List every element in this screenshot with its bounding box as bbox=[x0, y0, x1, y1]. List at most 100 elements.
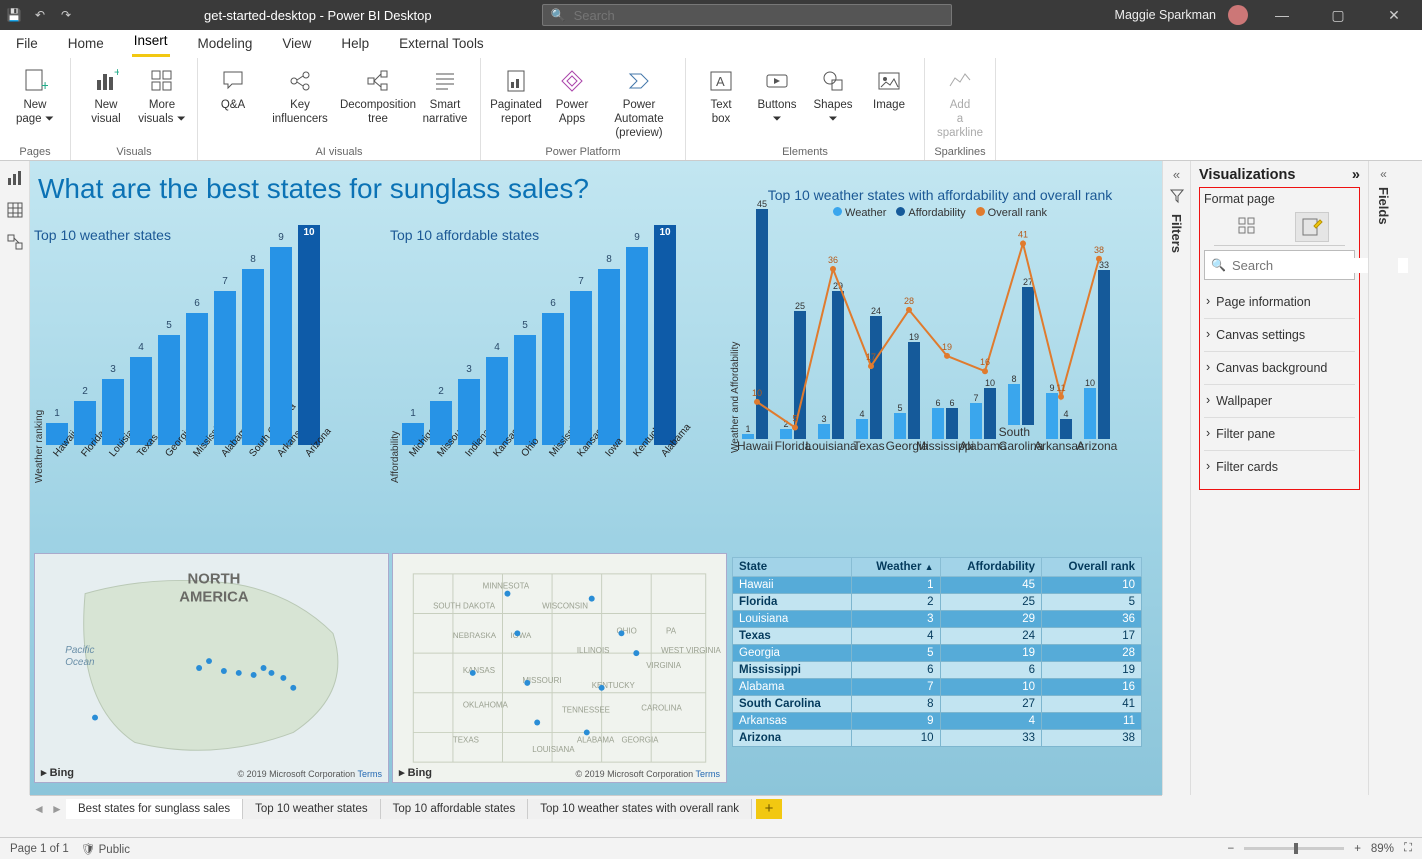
ribbon-smart-narrative[interactable]: Smartnarrative bbox=[418, 64, 472, 129]
ribbon-buttons[interactable]: Buttons⏷ bbox=[750, 64, 804, 129]
format-page-tab[interactable] bbox=[1295, 212, 1329, 242]
menu-file[interactable]: File bbox=[14, 32, 40, 57]
format-section-page-information[interactable]: ›Page information bbox=[1204, 286, 1355, 318]
format-section-canvas-settings[interactable]: ›Canvas settings bbox=[1204, 318, 1355, 351]
menu-modeling[interactable]: Modeling bbox=[196, 32, 255, 57]
filters-pane-collapsed[interactable]: « Filters bbox=[1162, 161, 1190, 795]
format-search[interactable]: 🔍 bbox=[1204, 250, 1355, 280]
format-section-filter-pane[interactable]: ›Filter pane bbox=[1204, 417, 1355, 450]
table-row[interactable]: Arizona103338 bbox=[733, 730, 1142, 747]
y-axis-label: Affordability bbox=[390, 243, 401, 483]
state-rank-table[interactable]: StateWeather ▲AffordabilityOverall rankH… bbox=[732, 557, 1142, 747]
table-row[interactable]: Alabama71016 bbox=[733, 679, 1142, 696]
svg-text:CAROLINA: CAROLINA bbox=[641, 704, 682, 713]
fields-pane-collapsed[interactable]: « Fields bbox=[1368, 161, 1398, 795]
chart-title: Top 10 weather states bbox=[34, 227, 384, 243]
svg-text:Pacific: Pacific bbox=[65, 645, 94, 656]
chart-top10-affordable[interactable]: Top 10 affordable states Affordability 1… bbox=[390, 227, 730, 483]
ribbon-new-page[interactable]: +Newpage ⏷ bbox=[8, 64, 62, 129]
menu-view[interactable]: View bbox=[280, 32, 313, 57]
data-view-icon[interactable] bbox=[6, 201, 24, 219]
maximize-button[interactable]: ▢ bbox=[1316, 0, 1360, 30]
ribbon-key-influencers[interactable]: Keyinfluencers bbox=[262, 64, 338, 129]
chart-combo-weather-afford-rank[interactable]: Top 10 weather states with affordability… bbox=[730, 187, 1150, 489]
ribbon-paginated-report[interactable]: Paginatedreport bbox=[489, 64, 543, 129]
table-row[interactable]: Arkansas9411 bbox=[733, 713, 1142, 730]
format-section-filter-cards[interactable]: ›Filter cards bbox=[1204, 450, 1355, 483]
ribbon-add-sparkline: Adda sparkline bbox=[933, 64, 987, 142]
format-page-panel: Format page 🔍 ›Page information›Canvas s… bbox=[1199, 187, 1360, 490]
ribbon-power-automate[interactable]: PowerAutomate (preview) bbox=[601, 64, 677, 142]
svg-text:OKLAHOMA: OKLAHOMA bbox=[463, 701, 509, 710]
zoom-slider[interactable] bbox=[1244, 847, 1344, 850]
ribbon-image[interactable]: Image bbox=[862, 64, 916, 115]
table-row[interactable]: Mississippi6619 bbox=[733, 662, 1142, 679]
menu-home[interactable]: Home bbox=[66, 32, 106, 57]
tab-prev[interactable]: ◄ bbox=[30, 802, 48, 816]
table-header[interactable]: State bbox=[733, 558, 852, 577]
page-tab[interactable]: Top 10 weather states with overall rank bbox=[528, 799, 752, 819]
table-row[interactable]: Louisiana32936 bbox=[733, 611, 1142, 628]
filters-label: Filters bbox=[1169, 214, 1184, 253]
format-section-wallpaper[interactable]: ›Wallpaper bbox=[1204, 384, 1355, 417]
page-tab[interactable]: Best states for sunglass sales bbox=[66, 799, 243, 819]
table-row[interactable]: Hawaii14510 bbox=[733, 577, 1142, 594]
table-header[interactable]: Affordability bbox=[940, 558, 1042, 577]
ribbon-shapes[interactable]: Shapes⏷ bbox=[806, 64, 860, 129]
table-header[interactable]: Weather ▲ bbox=[852, 558, 940, 577]
table-row[interactable]: South Carolina82741 bbox=[733, 696, 1142, 713]
menu-help[interactable]: Help bbox=[339, 32, 371, 57]
expand-fields-icon[interactable]: « bbox=[1380, 167, 1387, 181]
menu-external-tools[interactable]: External Tools bbox=[397, 32, 486, 57]
format-section-canvas-background[interactable]: ›Canvas background bbox=[1204, 351, 1355, 384]
search-box[interactable]: 🔍 bbox=[542, 4, 952, 26]
expand-filters-icon[interactable]: « bbox=[1173, 167, 1180, 182]
tab-next[interactable]: ► bbox=[48, 802, 66, 816]
table-row[interactable]: Georgia51928 bbox=[733, 645, 1142, 662]
collapse-viz-icon[interactable]: » bbox=[1352, 167, 1360, 183]
report-view-icon[interactable] bbox=[6, 169, 24, 187]
table-header[interactable]: Overall rank bbox=[1042, 558, 1142, 577]
ribbon-power-apps[interactable]: PowerApps bbox=[545, 64, 599, 129]
search-input[interactable] bbox=[574, 8, 943, 23]
build-visual-tab[interactable] bbox=[1231, 212, 1265, 242]
avatar[interactable] bbox=[1228, 5, 1248, 25]
redo-icon[interactable]: ↷ bbox=[58, 7, 74, 23]
user-name[interactable]: Maggie Sparkman bbox=[1115, 8, 1216, 22]
svg-text:SOUTH DAKOTA: SOUTH DAKOTA bbox=[433, 602, 496, 611]
zoom-in[interactable]: + bbox=[1354, 843, 1361, 855]
page-tabs: ◄ ► Best states for sunglass salesTop 10… bbox=[30, 795, 1162, 821]
report-canvas[interactable]: What are the best states for sunglass sa… bbox=[30, 161, 1162, 795]
table-row[interactable]: Texas42417 bbox=[733, 628, 1142, 645]
map-us-states[interactable]: MINNESOTAWISCONSINSOUTH DAKOTA NEBRASKAI… bbox=[392, 553, 727, 783]
chevron-right-icon: › bbox=[1206, 360, 1210, 374]
menu-insert[interactable]: Insert bbox=[132, 29, 170, 57]
fit-to-page-icon[interactable]: ⛶ bbox=[1404, 842, 1412, 855]
undo-icon[interactable]: ↶ bbox=[32, 7, 48, 23]
ribbon-new-visual[interactable]: +Newvisual bbox=[79, 64, 133, 129]
zoom-out[interactable]: − bbox=[1227, 843, 1234, 855]
ribbon-more-visuals[interactable]: Morevisuals ⏷ bbox=[135, 64, 189, 129]
chart-top10-weather[interactable]: Top 10 weather states Weather ranking 1H… bbox=[34, 227, 384, 483]
add-page-button[interactable]: + bbox=[756, 799, 782, 819]
sensitivity-indicator[interactable]: 🛡 Public bbox=[81, 842, 130, 856]
page-tab[interactable]: Top 10 weather states bbox=[243, 799, 381, 819]
page-tab[interactable]: Top 10 affordable states bbox=[381, 799, 529, 819]
window-title: get-started-desktop - Power BI Desktop bbox=[204, 8, 432, 23]
minimize-button[interactable]: — bbox=[1260, 0, 1304, 30]
ribbon-text-box[interactable]: ATextbox bbox=[694, 64, 748, 129]
ribbon: +Newpage ⏷Pages+NewvisualMorevisuals ⏷Vi… bbox=[0, 58, 1422, 161]
save-icon[interactable]: 💾 bbox=[6, 7, 22, 23]
status-bar: Page 1 of 1 🛡 Public − + 89% ⛶ bbox=[0, 837, 1422, 859]
ribbon-qna[interactable]: Q&A bbox=[206, 64, 260, 115]
paginated-report-icon bbox=[501, 66, 531, 96]
map-north-america[interactable]: NORTH AMERICA Pacific Ocean ▸ Bing © 201… bbox=[34, 553, 389, 783]
table-row[interactable]: Florida2255 bbox=[733, 594, 1142, 611]
close-button[interactable]: ✕ bbox=[1372, 0, 1416, 30]
svg-text:VIRGINIA: VIRGINIA bbox=[646, 661, 681, 670]
ribbon-decomp-tree[interactable]: Decompositiontree bbox=[340, 64, 416, 129]
more-visuals-icon bbox=[147, 66, 177, 96]
svg-text:ILLINOIS: ILLINOIS bbox=[577, 646, 610, 655]
ribbon-group-label: Power Platform bbox=[481, 146, 685, 160]
model-view-icon[interactable] bbox=[6, 233, 24, 251]
